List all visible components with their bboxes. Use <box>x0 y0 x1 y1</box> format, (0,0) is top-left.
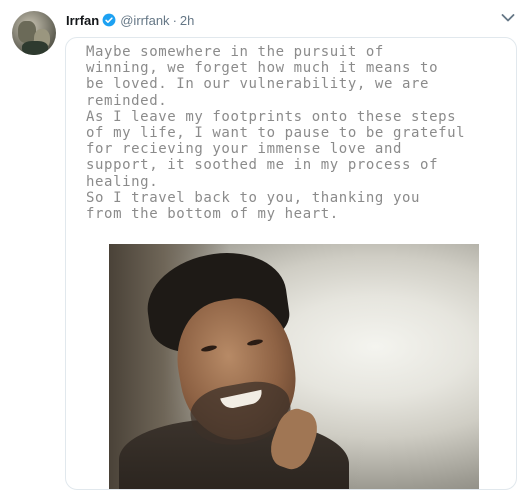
tweet-timestamp[interactable]: 2h <box>180 13 194 28</box>
note-line: of my life, I want to pause to be gratef… <box>86 125 466 142</box>
verified-badge-icon <box>102 13 116 27</box>
note-line: for recieving your immense love and <box>86 141 403 158</box>
media-card[interactable]: Maybe somewhere in the pursuit of winnin… <box>65 37 517 490</box>
chevron-down-icon[interactable] <box>501 13 515 23</box>
note-line: So I travel back to you, thanking you <box>86 189 421 206</box>
note-line: healing. <box>86 173 159 190</box>
meta-separator: · <box>172 12 177 28</box>
portrait-photo <box>109 244 479 489</box>
note-line: winning, we forget how much it means to <box>86 60 439 77</box>
note-line: As I leave my footprints onto these step… <box>86 108 457 125</box>
author-name[interactable]: Irrfan <box>66 13 99 28</box>
note-line: reminded. <box>86 92 168 109</box>
tweet[interactable]: Irrfan @irrfank · 2h Maybe somewhere in … <box>0 0 525 495</box>
author-handle[interactable]: @irrfank <box>120 13 169 28</box>
tweet-header: Irrfan @irrfank · 2h <box>66 11 194 29</box>
note-line: Maybe somewhere in the pursuit of <box>86 44 384 60</box>
note-line: support, it soothed me in my process of <box>86 157 439 174</box>
note-line: from the bottom of my heart. <box>86 206 339 223</box>
note-line: be loved. In our vulnerability, we are <box>86 76 430 93</box>
avatar[interactable] <box>12 11 56 55</box>
note-text: Maybe somewhere in the pursuit of winnin… <box>86 44 506 222</box>
